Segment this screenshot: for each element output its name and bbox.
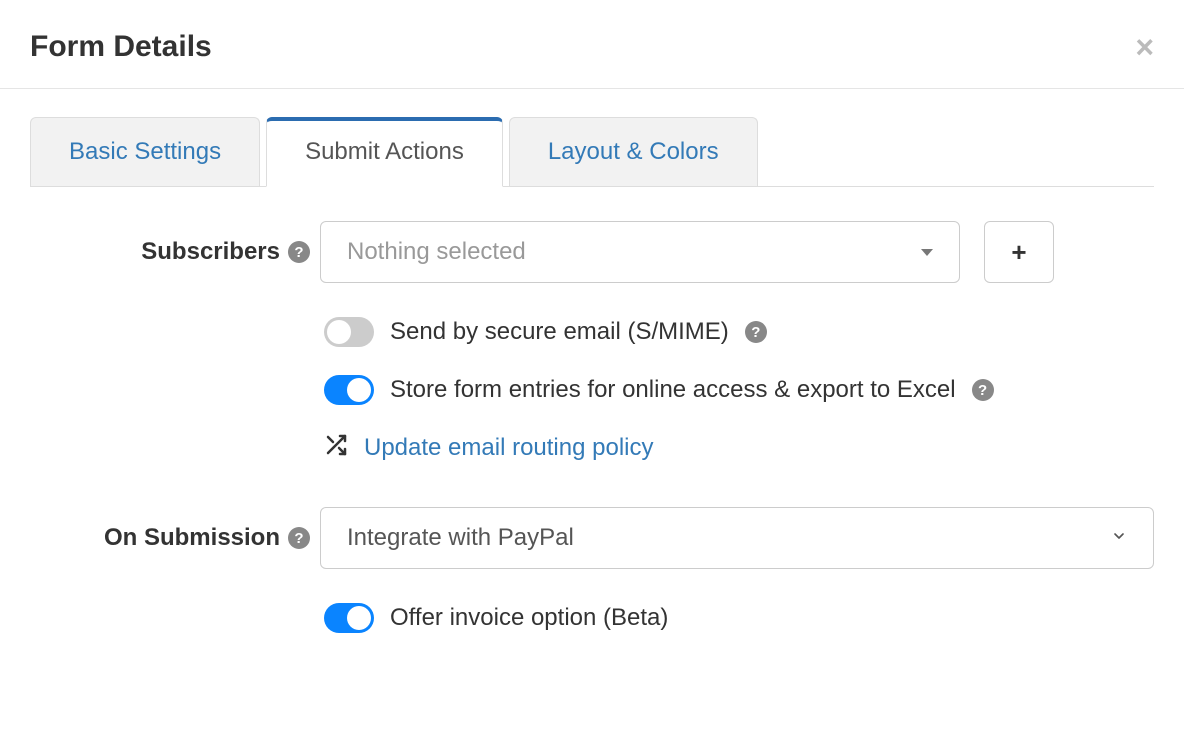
routing-policy-row: Update email routing policy: [324, 419, 1154, 477]
help-icon[interactable]: ?: [745, 321, 767, 343]
modal-header: Form Details ×: [0, 0, 1184, 89]
on-submission-controls: Integrate with PayPal: [320, 507, 1154, 569]
store-entries-row: Store form entries for online access & e…: [324, 361, 1154, 419]
tab-layout-colors[interactable]: Layout & Colors: [509, 117, 758, 186]
close-icon[interactable]: ×: [1135, 31, 1154, 63]
on-submission-row: On Submission ? Integrate with PayPal: [30, 507, 1154, 569]
modal-title: Form Details: [30, 30, 212, 64]
store-entries-label: Store form entries for online access & e…: [390, 376, 956, 404]
secure-email-toggle[interactable]: [324, 317, 374, 347]
help-icon[interactable]: ?: [288, 241, 310, 263]
on-submission-select-value: Integrate with PayPal: [347, 524, 574, 552]
modal-body: Basic Settings Submit Actions Layout & C…: [0, 89, 1184, 647]
add-subscriber-button[interactable]: +: [984, 221, 1054, 283]
store-entries-toggle[interactable]: [324, 375, 374, 405]
on-submission-select[interactable]: Integrate with PayPal: [320, 507, 1154, 569]
subscribers-label-text: Subscribers: [141, 238, 280, 266]
help-icon[interactable]: ?: [972, 379, 994, 401]
invoice-option-label: Offer invoice option (Beta): [390, 604, 668, 632]
subscribers-select[interactable]: Nothing selected: [320, 221, 960, 283]
on-submission-label-text: On Submission: [104, 524, 280, 552]
routing-policy-link[interactable]: Update email routing policy: [364, 434, 654, 462]
subscribers-label: Subscribers ?: [30, 238, 320, 266]
shuffle-icon: [324, 433, 348, 463]
invoice-option-toggle[interactable]: [324, 603, 374, 633]
tab-submit-actions[interactable]: Submit Actions: [266, 117, 503, 187]
secure-email-label: Send by secure email (S/MIME): [390, 318, 729, 346]
invoice-option-row: Offer invoice option (Beta): [324, 589, 1154, 647]
subscribers-controls: Nothing selected +: [320, 221, 1154, 283]
plus-icon: +: [1011, 237, 1026, 268]
on-submission-label: On Submission ?: [30, 524, 320, 552]
submit-actions-panel: Subscribers ? Nothing selected + Send by…: [30, 187, 1154, 647]
chevron-down-icon: [1111, 528, 1127, 549]
secure-email-row: Send by secure email (S/MIME) ?: [324, 303, 1154, 361]
tab-basic-settings[interactable]: Basic Settings: [30, 117, 260, 186]
tabs: Basic Settings Submit Actions Layout & C…: [30, 117, 1154, 187]
subscribers-row: Subscribers ? Nothing selected +: [30, 221, 1154, 283]
help-icon[interactable]: ?: [288, 527, 310, 549]
caret-down-icon: [921, 249, 933, 256]
subscribers-select-value: Nothing selected: [347, 238, 526, 266]
